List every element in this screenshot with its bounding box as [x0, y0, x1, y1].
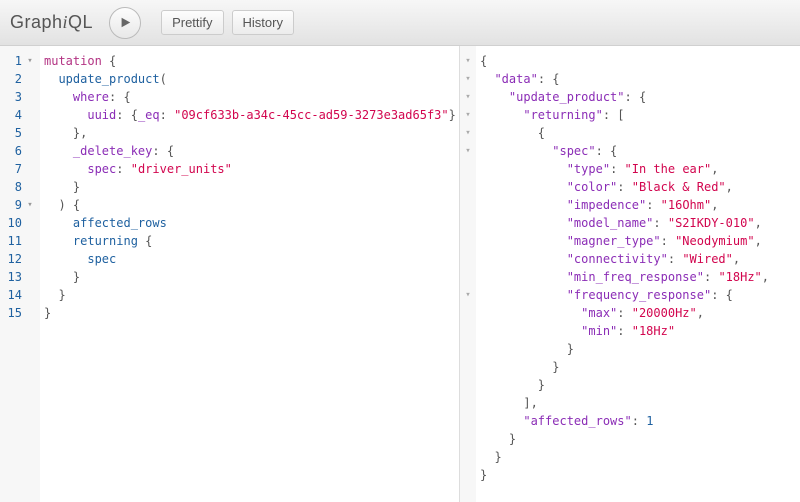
main: 1▾23456789▾101112131415 mutation { updat…: [0, 46, 800, 502]
execute-button[interactable]: [109, 7, 141, 39]
play-icon: [119, 16, 132, 29]
result-viewer: { "data": { "update_product": { "returni…: [476, 46, 800, 502]
graphiql-logo: GraphiQL: [10, 12, 93, 33]
toolbar: GraphiQL Prettify History: [0, 0, 800, 46]
result-fold-gutter: ▾▾▾▾▾▾▾: [460, 46, 476, 502]
prettify-button[interactable]: Prettify: [161, 10, 223, 35]
history-button[interactable]: History: [232, 10, 294, 35]
query-editor-pane: 1▾23456789▾101112131415 mutation { updat…: [0, 46, 460, 502]
query-editor[interactable]: mutation { update_product( where: { uuid…: [40, 46, 459, 502]
query-line-gutter: 1▾23456789▾101112131415: [0, 46, 40, 502]
result-pane: ▾▾▾▾▾▾▾ { "data": { "update_product": { …: [460, 46, 800, 502]
